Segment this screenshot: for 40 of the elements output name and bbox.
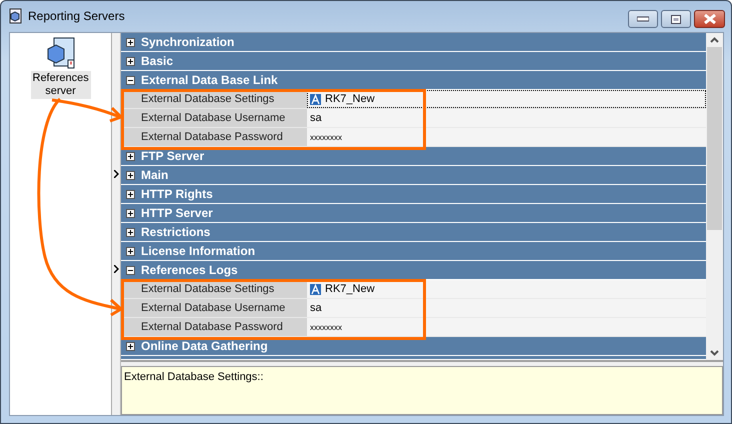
scroll-down-icon [710,350,719,356]
category-header[interactable] [121,356,706,360]
splitter[interactable] [112,33,121,415]
category-header[interactable]: External Data Base Link [121,71,706,90]
scroll-up-icon [710,37,719,43]
property-value[interactable]: RK7_New [307,90,706,108]
close-button[interactable] [694,10,725,28]
window-title: Reporting Servers [28,9,125,23]
category-header[interactable]: Online Data Gathering [121,337,706,356]
property-value[interactable]: sa [307,109,706,127]
description-text: External Database Settings:: [124,371,264,383]
category-header[interactable]: Restrictions [121,223,706,242]
cube-icon [7,8,23,24]
chevron-right-icon [114,265,119,273]
property-name[interactable]: External Database Password [121,318,307,336]
sidebar-item[interactable]: References server [30,71,90,99]
letter-a-icon [310,94,321,104]
letter-a-icon [310,284,321,294]
property-value[interactable]: RK7_New [307,280,706,298]
category-header[interactable]: HTTP Rights [121,185,706,204]
minimize-icon [637,16,649,22]
minimize-button[interactable] [628,10,658,28]
category-header[interactable]: FTP Server [121,147,706,166]
category-header[interactable]: HTTP Server [121,204,706,223]
category-header[interactable]: References Logs [121,261,706,280]
server-cube-icon [46,37,76,69]
property-name[interactable]: External Database Username [121,299,307,317]
property-value[interactable]: xxxxxxxx [307,128,706,146]
property-name[interactable]: External Database Password [121,128,307,146]
category-header[interactable]: Synchronization [121,33,706,52]
property-value[interactable]: xxxxxxxx [307,318,706,336]
category-header[interactable]: License Information [121,242,706,261]
maximize-icon [671,14,681,24]
category-header[interactable]: Main [121,166,706,185]
property-value[interactable]: sa [307,299,706,317]
category-header[interactable]: Basic [121,52,706,71]
close-icon [702,14,716,24]
maximize-button[interactable] [661,10,691,28]
property-name[interactable]: External Database Username [121,109,307,127]
chevron-right-icon [114,170,119,178]
